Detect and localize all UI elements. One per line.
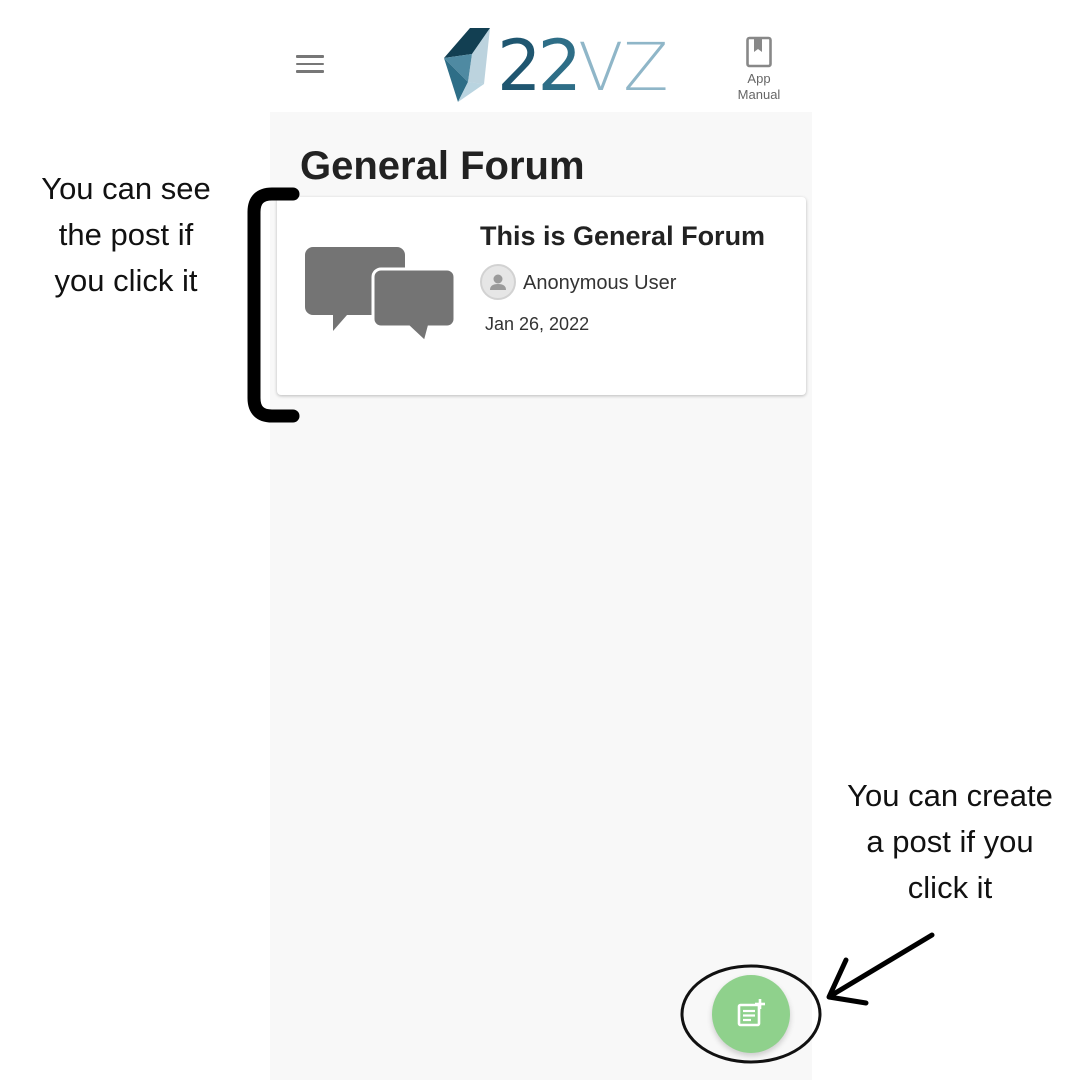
annotation-create-post: You can create a post if you click it <box>826 773 1074 911</box>
app-logo: 22VZ <box>440 24 668 106</box>
chat-bubbles-icon <box>305 247 457 343</box>
create-post-icon <box>737 999 765 1027</box>
post-author: Anonymous User <box>523 272 677 294</box>
annotation-view-post-line1: You can see <box>41 171 211 206</box>
post-title: This is General Forum <box>480 221 766 251</box>
annotation-arrow-shaft <box>829 932 935 998</box>
logo-digit-1: 2 <box>497 25 542 107</box>
app-manual-label-line2: Manual <box>737 87 781 102</box>
annotation-arrow-head <box>826 957 869 1006</box>
logo-letters: VZ <box>578 29 669 106</box>
page: 22VZ App Manual General Forum This is Ge… <box>0 0 1080 1080</box>
logo-digit-2: 2 <box>537 25 583 107</box>
post-date: Jan 26, 2022 <box>485 314 590 334</box>
annotation-view-post-line3: you click it <box>54 263 198 298</box>
forum-post-card[interactable]: This is General Forum Anonymous User Jan… <box>277 197 806 395</box>
create-post-button[interactable] <box>712 975 790 1053</box>
page-title: General Forum <box>300 144 585 188</box>
logo-wordmark: 22VZ <box>497 26 668 108</box>
person-icon <box>480 264 516 300</box>
annotation-create-post-line2: a post if you <box>866 824 1034 859</box>
annotation-view-post: You can see the post if you click it <box>20 166 232 304</box>
app-manual-button[interactable]: App Manual <box>730 36 788 106</box>
book-bookmark-icon <box>746 36 772 68</box>
app-manual-label-line1: App <box>747 71 771 86</box>
hamburger-menu-icon[interactable] <box>296 55 324 75</box>
logo-mark-icon <box>444 28 490 102</box>
annotation-create-post-line1: You can create <box>847 778 1053 813</box>
annotation-view-post-line2: the post if <box>58 217 194 252</box>
annotation-create-post-line3: click it <box>907 870 993 905</box>
